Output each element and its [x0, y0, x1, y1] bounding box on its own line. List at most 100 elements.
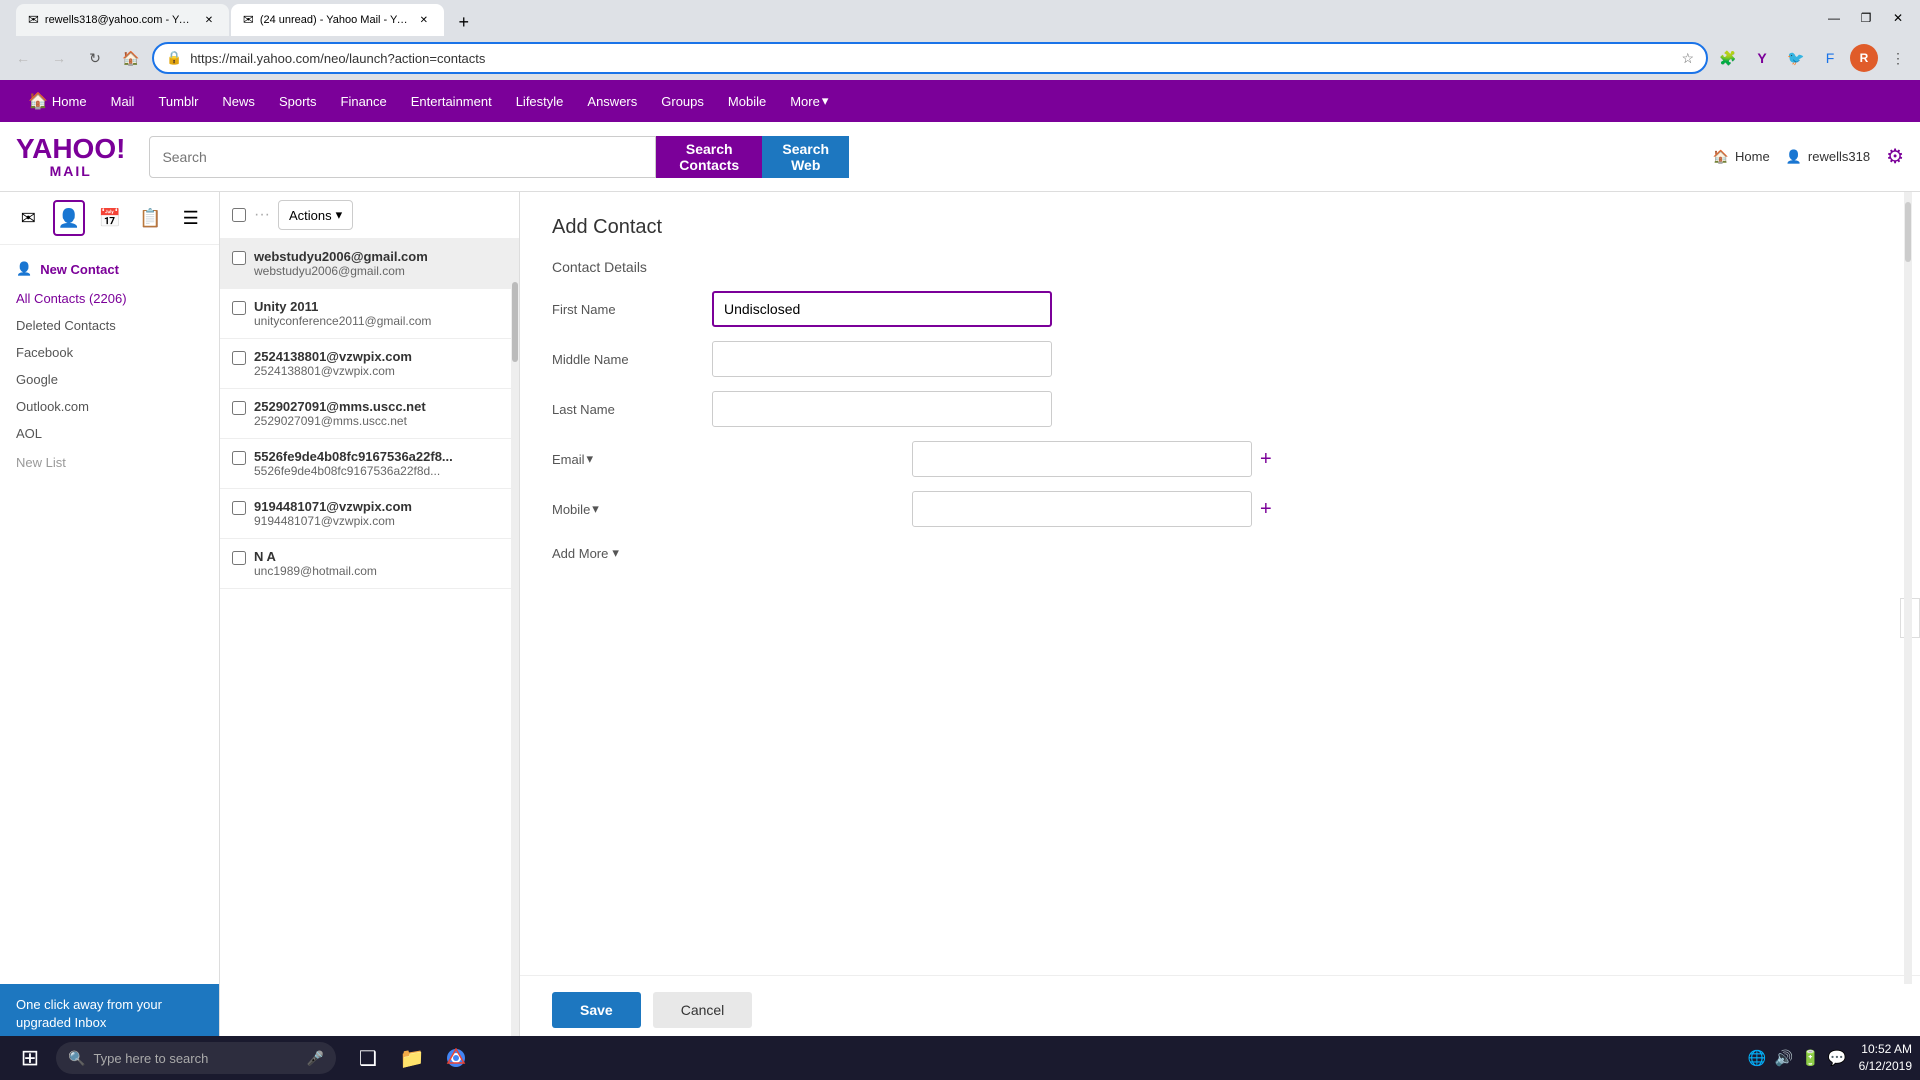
contact-list-scrollbar[interactable] — [511, 242, 519, 1044]
settings-icon[interactable]: ⚙ — [1886, 144, 1904, 169]
list-item[interactable]: 2529027091@mms.uscc.net 2529027091@mms.u… — [220, 389, 519, 439]
maximize-button[interactable]: ❐ — [1852, 4, 1880, 32]
file-explorer-button[interactable]: 📁 — [392, 1038, 432, 1078]
list-item[interactable]: 2524138801@vzwpix.com 2524138801@vzwpix.… — [220, 339, 519, 389]
mobile-dropdown[interactable]: Mobile ▾ — [552, 501, 599, 517]
search-input[interactable] — [149, 136, 656, 178]
middle-name-input[interactable] — [712, 341, 1052, 377]
contact-checkbox-2[interactable] — [232, 351, 246, 365]
sidebar-contacts-icon[interactable]: 👤 — [53, 200, 86, 236]
yahoo2-extension-icon[interactable]: 🐦 — [1782, 44, 1810, 72]
nav-entertainment[interactable]: Entertainment — [399, 80, 504, 122]
list-item[interactable]: N A unc1989@hotmail.com — [220, 539, 519, 589]
task-view-button[interactable]: ❑ — [348, 1038, 388, 1078]
sidebar-notes-icon[interactable]: 📋 — [134, 200, 167, 236]
contact-name-3: 2529027091@mms.uscc.net — [254, 399, 507, 414]
back-button[interactable]: ← — [8, 43, 38, 73]
battery-icon[interactable]: 🔋 — [1801, 1049, 1820, 1067]
yahoo-extension-icon[interactable]: Y — [1748, 44, 1776, 72]
user-link[interactable]: 👤 rewells318 — [1786, 149, 1870, 165]
contact-checkbox-4[interactable] — [232, 451, 246, 465]
ellipsis-icon[interactable]: ··· — [254, 206, 270, 224]
network-icon[interactable]: 🌐 — [1748, 1049, 1767, 1067]
email-input[interactable] — [912, 441, 1252, 477]
save-button[interactable]: Save — [552, 992, 641, 1028]
google-item[interactable]: Google — [0, 366, 219, 393]
contact-checkbox-3[interactable] — [232, 401, 246, 415]
list-item[interactable]: webstudyu2006@gmail.com webstudyu2006@gm… — [220, 239, 519, 289]
mobile-input[interactable] — [912, 491, 1252, 527]
nav-home[interactable]: 🏠 Home — [16, 80, 99, 122]
contact-info-0: webstudyu2006@gmail.com webstudyu2006@gm… — [254, 249, 507, 278]
contact-checkbox-1[interactable] — [232, 301, 246, 315]
taskbar-datetime[interactable]: 10:52 AM 6/12/2019 — [1859, 1041, 1912, 1075]
outlook-item[interactable]: Outlook.com — [0, 393, 219, 420]
nav-answers[interactable]: Answers — [575, 80, 649, 122]
search-contacts-button[interactable]: Search Contacts — [656, 136, 762, 178]
add-more-row[interactable]: Add More ▾ — [552, 541, 1888, 565]
sidebar-mail-icon[interactable]: ✉ — [12, 200, 45, 236]
taskbar-right: 🌐 🔊 🔋 💬 10:52 AM 6/12/2019 — [1748, 1041, 1912, 1075]
new-contact-item[interactable]: 👤 New Contact — [0, 253, 219, 285]
reload-button[interactable]: ↻ — [80, 43, 110, 73]
tab1-close[interactable]: ✕ — [201, 12, 217, 28]
nav-groups[interactable]: Groups — [649, 80, 716, 122]
tab-1[interactable]: ✉ rewells318@yahoo.com - Yahoo... ✕ — [16, 4, 229, 36]
first-name-input[interactable] — [712, 291, 1052, 327]
taskbar-search-text: Type here to search — [93, 1051, 208, 1066]
aol-item[interactable]: AOL — [0, 420, 219, 447]
notification-icon[interactable]: 💬 — [1828, 1049, 1847, 1067]
list-item[interactable]: 9194481071@vzwpix.com 9194481071@vzwpix.… — [220, 489, 519, 539]
sidebar-calendar-icon[interactable]: 📅 — [93, 200, 126, 236]
sound-icon[interactable]: 🔊 — [1775, 1049, 1794, 1067]
nav-sports[interactable]: Sports — [267, 80, 329, 122]
list-item[interactable]: 5526fe9de4b08fc9167536a22f8... 5526fe9de… — [220, 439, 519, 489]
nav-mail[interactable]: Mail — [99, 80, 147, 122]
cancel-button[interactable]: Cancel — [653, 992, 753, 1028]
nav-tumblr[interactable]: Tumblr — [146, 80, 210, 122]
contact-checkbox-5[interactable] — [232, 501, 246, 515]
actions-button[interactable]: Actions ▾ — [278, 200, 353, 230]
email-dropdown[interactable]: Email ▾ — [552, 451, 593, 467]
profile-button[interactable]: R — [1850, 44, 1878, 72]
nav-more[interactable]: More ▾ — [778, 80, 840, 122]
start-button[interactable]: ⊞ — [8, 1036, 52, 1080]
sidebar-list-icon[interactable]: ☰ — [174, 200, 207, 236]
deleted-contacts-item[interactable]: Deleted Contacts — [0, 312, 219, 339]
taskbar-search[interactable]: 🔍 Type here to search 🎤 — [56, 1042, 336, 1074]
upgrade-banner[interactable]: One click away from your upgraded Inbox — [0, 984, 219, 1044]
home-link[interactable]: 🏠 Home — [1713, 149, 1770, 165]
contact-checkbox-6[interactable] — [232, 551, 246, 565]
bookmark-icon[interactable]: ☆ — [1681, 50, 1694, 67]
facebook-item[interactable]: Facebook — [0, 339, 219, 366]
add-email-button[interactable]: + — [1260, 448, 1272, 471]
menu-button[interactable]: ⋮ — [1884, 44, 1912, 72]
minimize-button[interactable]: — — [1820, 4, 1848, 32]
address-bar[interactable]: 🔒 https://mail.yahoo.com/neo/launch?acti… — [152, 42, 1708, 74]
chrome-taskbar-button[interactable] — [436, 1038, 476, 1078]
all-contacts-item[interactable]: All Contacts (2206) — [0, 285, 219, 312]
nav-lifestyle[interactable]: Lifestyle — [504, 80, 576, 122]
form-scrollbar[interactable] — [1904, 192, 1912, 984]
add-tab-button[interactable]: + — [450, 8, 478, 36]
new-list-item[interactable]: New List — [0, 447, 219, 478]
list-item[interactable]: Unity 2011 unityconference2011@gmail.com — [220, 289, 519, 339]
extensions-icon[interactable]: 🧩 — [1714, 44, 1742, 72]
nav-mobile[interactable]: Mobile — [716, 80, 778, 122]
last-name-input[interactable] — [712, 391, 1052, 427]
close-button[interactable]: ✕ — [1884, 4, 1912, 32]
contact-name-6: N A — [254, 549, 507, 564]
nav-finance[interactable]: Finance — [329, 80, 399, 122]
select-all-checkbox[interactable] — [232, 208, 246, 222]
forward-button[interactable]: → — [44, 43, 74, 73]
search-web-button[interactable]: Search Web — [762, 136, 849, 178]
taskbar-search-icon: 🔍 — [68, 1050, 85, 1067]
taskbar-mic-icon[interactable]: 🎤 — [307, 1050, 324, 1067]
nav-news[interactable]: News — [210, 80, 267, 122]
home-nav-button[interactable]: 🏠 — [116, 43, 146, 73]
tab2-close[interactable]: ✕ — [416, 12, 432, 28]
tab-2[interactable]: ✉ (24 unread) - Yahoo Mail - Yahoo... ✕ — [231, 4, 444, 36]
contact-checkbox-0[interactable] — [232, 251, 246, 265]
another-extension-icon[interactable]: F — [1816, 44, 1844, 72]
add-mobile-button[interactable]: + — [1260, 498, 1272, 521]
